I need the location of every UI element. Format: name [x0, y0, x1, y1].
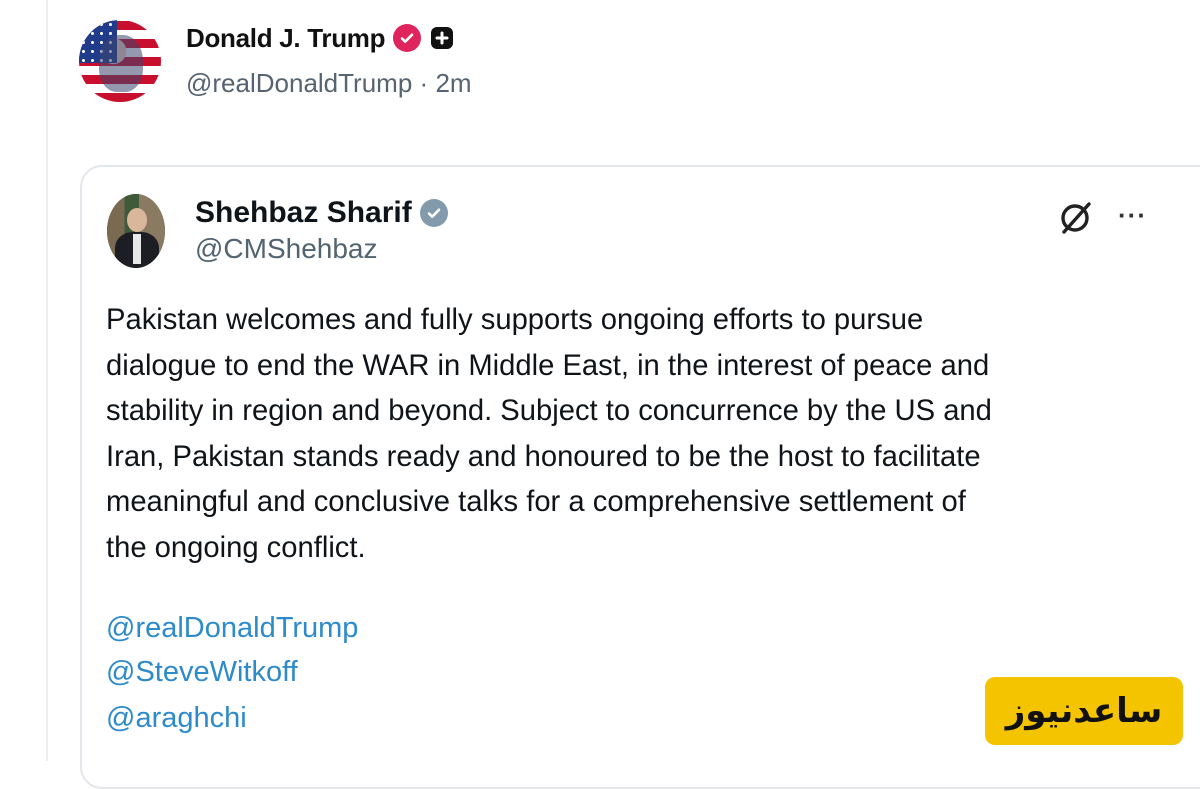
- post-text: Pakistan welcomes and fully supports ong…: [106, 298, 1186, 571]
- more-icon[interactable]: ···: [1118, 200, 1147, 230]
- post-timestamp[interactable]: 2m: [435, 68, 471, 98]
- square-badge-icon: [431, 27, 454, 49]
- quoted-author-row: Shehbaz Sharif: [195, 195, 448, 231]
- timeline-divider: [46, 0, 48, 761]
- post-text-line: Pakistan welcomes and fully supports ong…: [106, 304, 924, 336]
- post-text-line: dialogue to end the WAR in Middle East, …: [106, 349, 990, 382]
- mention-link[interactable]: @araghchi: [106, 702, 247, 735]
- quoted-author-handle[interactable]: @CMShehbaz: [195, 233, 378, 265]
- mention-link[interactable]: @realDonaldTrump: [106, 612, 358, 645]
- quoted-author-name[interactable]: Shehbaz Sharif: [195, 196, 412, 230]
- outer-author-row: Donald J. Trump: [186, 21, 454, 55]
- avatar[interactable]: [79, 20, 161, 102]
- post-text-line: Iran, Pakistan stands ready and honoured…: [106, 440, 981, 473]
- author-name[interactable]: Donald J. Trump: [186, 23, 385, 54]
- mention-link[interactable]: @SteveWitkoff: [106, 656, 298, 689]
- post-text-line: stability in region and beyond. Subject …: [106, 395, 992, 427]
- meta-separator: ·: [419, 68, 429, 98]
- post-text-line: the ongoing conflict.: [106, 531, 366, 564]
- verified-badge-icon[interactable]: [419, 199, 448, 227]
- quoted-avatar[interactable]: [107, 194, 165, 268]
- watermark-logo: ساعدنیوز: [985, 677, 1183, 745]
- author-handle[interactable]: @realDonaldTrump: [186, 68, 412, 98]
- post-text-line: meaningful and conclusive talks for a co…: [106, 486, 966, 518]
- author-meta: @realDonaldTrump · 2m: [186, 68, 472, 99]
- grok-icon[interactable]: [1056, 198, 1096, 238]
- verified-badge-icon[interactable]: [393, 24, 422, 52]
